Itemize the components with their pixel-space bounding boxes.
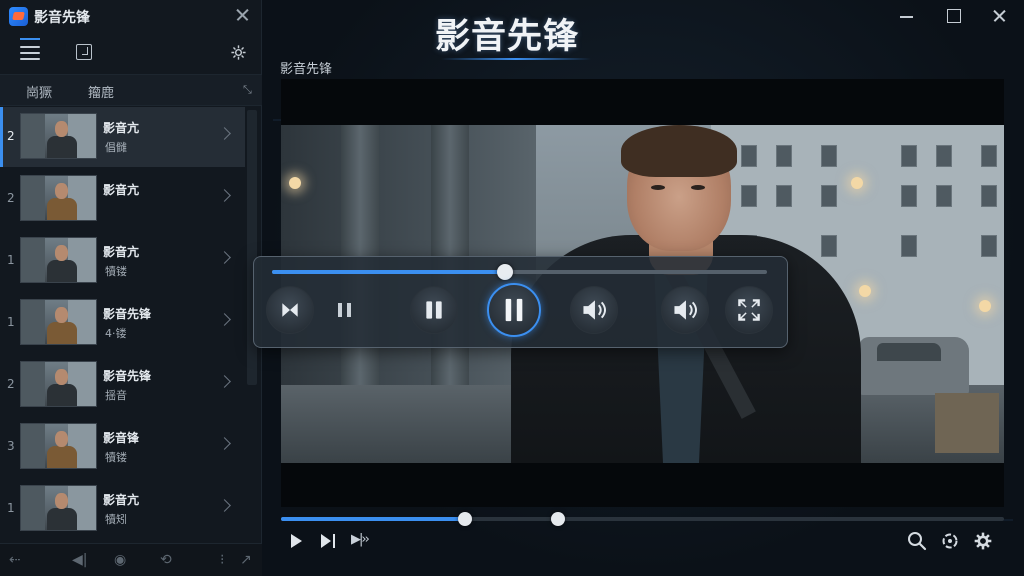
list-item[interactable]: 1 影音亢 犢镂 [0, 231, 245, 291]
list-item-title: 影音亢 [103, 121, 140, 135]
app-logo-icon [9, 7, 28, 26]
pause-icon [505, 298, 523, 322]
search-icon[interactable] [907, 531, 927, 551]
list-item-title: 影音先锋 [103, 307, 152, 321]
list-item-title: 影音锋 [103, 431, 140, 445]
list-item-subtitle: 倡雠 [105, 141, 127, 154]
fullscreen-button[interactable] [725, 286, 773, 334]
volume-icon [583, 300, 606, 320]
disc-icon[interactable]: ◉ [114, 552, 126, 568]
maximize-button[interactable] [944, 6, 964, 26]
brand-underline [441, 58, 591, 60]
list-item-subtitle: 犢矧 [105, 513, 127, 526]
list-item-subtitle: 犢镂 [105, 451, 127, 464]
loop-icon[interactable] [940, 531, 960, 551]
video-title-label: 影音先锋 [280, 62, 333, 77]
list-item-number: 1 [7, 253, 15, 267]
play-icon[interactable] [287, 531, 307, 551]
chevron-right-icon [218, 127, 231, 140]
chevron-right-icon [218, 499, 231, 512]
close-window-button[interactable] [990, 6, 1010, 26]
list-item[interactable]: 2 影音先锋 揺音 [0, 355, 245, 415]
fullscreen-icon [738, 299, 760, 321]
sidebar-titlebar: 影音先锋 [0, 0, 262, 32]
speed-icon[interactable]: ▶|›› [351, 531, 383, 551]
main-pause-button[interactable] [487, 283, 541, 337]
list-item-number: 2 [7, 191, 15, 205]
volume-button[interactable] [570, 286, 618, 334]
pause-small-button[interactable] [321, 286, 369, 334]
next-icon[interactable] [319, 531, 339, 551]
list-item-subtitle: 4·镂 [105, 327, 127, 340]
thumbnail [20, 485, 97, 531]
list-item-number: 1 [7, 501, 15, 515]
sidebar-tabs: 崗獗 籀鹿 ⤡ [0, 74, 262, 106]
floating-progress-bar[interactable] [272, 270, 767, 274]
list-item-title: 影音亢 [103, 245, 140, 259]
list-item[interactable]: 3 影音锋 犢镂 [0, 417, 245, 477]
forward-icon[interactable]: ↗ [240, 552, 252, 568]
gear-icon[interactable] [973, 531, 993, 551]
pause-icon [426, 301, 442, 319]
list-item-number: 2 [7, 377, 15, 391]
floating-progress-handle[interactable] [496, 264, 513, 280]
list-item-subtitle: 犢镂 [105, 265, 127, 278]
thumbnail [20, 423, 97, 469]
sidebar-bottom-toolbar: ⇠ ◀| ◉ ⟲ ⁝ ↗ [0, 543, 262, 576]
pin-icon[interactable] [76, 44, 92, 60]
playlist: 2 影音亢 倡雠 2 影音亢 1 影音亢 犢镂 1 影音先锋 4·镂 2 影音先… [0, 107, 245, 543]
volume-up-button[interactable] [661, 286, 709, 334]
pause-icon [338, 303, 351, 317]
list-item[interactable]: 1 影音亢 犢矧 [0, 479, 245, 539]
tab-second[interactable]: 籀鹿 [88, 82, 114, 101]
sidebar: 影音先锋 崗獗 籀鹿 ⤡ 2 影音亢 倡雠 2 影音亢 1 影音亢 犢镂 1 影… [0, 0, 262, 576]
list-item-number: 3 [7, 439, 15, 453]
thumbnail [20, 299, 97, 345]
floating-control-bar [253, 256, 788, 348]
back-icon[interactable]: ⇠ [9, 552, 21, 568]
thumbnail [20, 175, 97, 221]
app-window-title: 影音先锋 [34, 10, 95, 26]
list-item-number: 2 [7, 129, 15, 143]
video-progress-marker[interactable] [550, 512, 565, 526]
volume-icon[interactable]: ◀| [72, 552, 87, 568]
collapse-icon[interactable]: ⤡ [243, 83, 252, 97]
chevron-right-icon [218, 437, 231, 450]
video-progress-bar[interactable] [281, 517, 1004, 521]
rotate-icon[interactable]: ⟲ [160, 552, 172, 568]
list-item-title: 影音先锋 [103, 369, 152, 383]
gear-icon[interactable] [230, 44, 247, 61]
minimize-button[interactable] [897, 6, 917, 26]
sidebar-toolbar [0, 36, 262, 72]
thumbnail [20, 237, 97, 283]
menu-active-indicator [20, 38, 40, 40]
list-item-number: 1 [7, 315, 15, 329]
skip-button[interactable] [266, 286, 314, 334]
pause-button[interactable] [410, 286, 458, 334]
list-item[interactable]: 2 影音亢 [0, 169, 245, 229]
menu-icon[interactable] [20, 45, 40, 61]
thumbnail [20, 113, 97, 159]
list-item-title: 影音亢 [103, 493, 140, 507]
chevron-right-icon [218, 313, 231, 326]
list-item[interactable]: 2 影音亢 倡雠 [0, 107, 245, 167]
thumbnail [20, 361, 97, 407]
floating-progress-fill [272, 270, 505, 274]
volume-icon [674, 300, 697, 320]
tab-first[interactable]: 崗獗 [26, 82, 52, 101]
list-item-subtitle: 揺音 [105, 389, 127, 402]
chevron-right-icon [218, 251, 231, 264]
bar-icon[interactable]: ⁝ [220, 552, 224, 568]
brand-title: 影音先锋 [435, 17, 580, 57]
skip-icon [282, 303, 298, 317]
list-item-title: 影音亢 [103, 183, 140, 197]
video-progress-fill [281, 517, 466, 521]
chevron-right-icon [218, 189, 231, 202]
chevron-right-icon [218, 375, 231, 388]
sidebar-close-icon[interactable] [234, 6, 252, 24]
list-item[interactable]: 1 影音先锋 4·镂 [0, 293, 245, 353]
